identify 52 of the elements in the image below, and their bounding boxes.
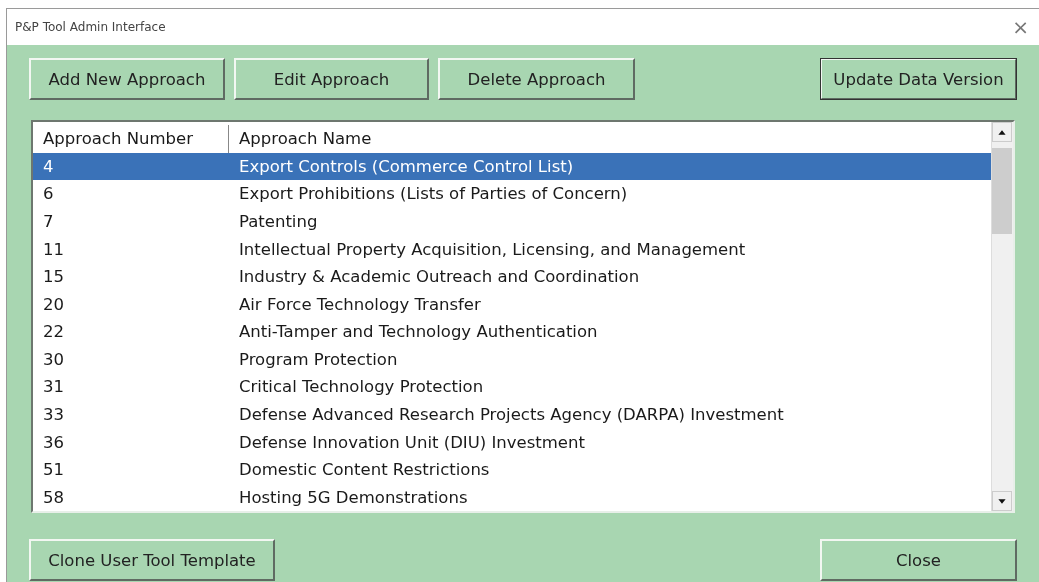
list-row[interactable]: 11 Intellectual Property Acquisition, Licensing, and Management bbox=[33, 235, 991, 263]
list-row[interactable]: 36 Defense Innovation Unit (DIU) Investment bbox=[33, 428, 991, 456]
toolbar-button[interactable]: Delete Approach bbox=[438, 58, 635, 100]
table-cell-text: Export Controls (Commerce Control List) bbox=[238, 156, 575, 176]
table-cell-text: Program Protection bbox=[238, 349, 399, 369]
table-cell-text: 58 bbox=[42, 487, 65, 507]
table-cell-text: 11 bbox=[42, 239, 65, 259]
scroll-down-icon[interactable] bbox=[992, 491, 1012, 511]
list-row[interactable]: 51 Domestic Content Restrictions bbox=[33, 455, 991, 484]
table-cell-text: 4 bbox=[42, 156, 55, 176]
table-cell-text: Defense Advanced Research Projects Agency (DARPA) Investment bbox=[238, 405, 785, 425]
footer-button[interactable]: Close bbox=[820, 539, 1017, 581]
column-header[interactable]: Approach Name bbox=[229, 125, 991, 153]
list-row[interactable]: 15 Industry & Academic Outreach and Coordination bbox=[33, 262, 991, 291]
table-cell-text: 51 bbox=[42, 460, 65, 480]
table-cell-text: Air Force Technology Transfer bbox=[238, 294, 482, 314]
table-cell-text: Domestic Content Restrictions bbox=[238, 460, 491, 480]
table-cell-text: 30 bbox=[42, 349, 65, 369]
list-row[interactable]: 4 Export Controls (Commerce Control List) bbox=[33, 152, 991, 181]
toolbar-button[interactable]: Update Data Version bbox=[820, 58, 1017, 100]
table-cell-text: Anti-Tamper and Technology Authentication bbox=[238, 322, 599, 342]
table-cell-text: 6 bbox=[42, 184, 55, 204]
list-row[interactable]: 33 Defense Advanced Research Projects Agency (DARPA) Investment bbox=[33, 400, 991, 429]
footer-button[interactable]: Clone User Tool Template bbox=[29, 539, 275, 581]
table-cell-text: 15 bbox=[42, 267, 65, 287]
table-cell-text: 33 bbox=[42, 405, 65, 425]
toolbar-button[interactable]: Add New Approach bbox=[29, 58, 225, 100]
table-cell-text: 22 bbox=[42, 322, 65, 342]
table-cell-text: Patenting bbox=[238, 212, 319, 231]
table-cell-text: Defense Innovation Unit (DIU) Investment bbox=[238, 432, 586, 452]
list-row[interactable]: 30 Program Protection bbox=[33, 345, 991, 374]
table-cell-text: Hosting 5G Demonstrations bbox=[238, 487, 469, 507]
table-cell-text: 7 bbox=[42, 212, 55, 231]
scroll-up-icon[interactable] bbox=[992, 122, 1012, 142]
list-row[interactable]: 6 Export Prohibitions (Lists of Parties of Concern) bbox=[33, 180, 991, 208]
table-cell-text: Intellectual Property Acquisition, Licensing, and Management bbox=[238, 239, 747, 259]
table-cell-text: Critical Technology Protection bbox=[238, 377, 485, 397]
list-row[interactable]: 31 Critical Technology Protection bbox=[33, 373, 991, 401]
table-cell-text: Export Prohibitions (Lists of Parties of Concern) bbox=[238, 184, 629, 204]
list-row[interactable]: 22 Anti-Tamper and Technology Authentication bbox=[33, 318, 991, 346]
scrollbar-thumb[interactable] bbox=[992, 148, 1012, 234]
list-row[interactable]: 7 Patenting bbox=[33, 207, 991, 236]
list-row[interactable]: 20 Air Force Technology Transfer bbox=[33, 290, 991, 319]
table-cell-text: 20 bbox=[42, 294, 65, 314]
toolbar-button[interactable]: Edit Approach bbox=[234, 58, 429, 100]
list-row[interactable]: 58 Hosting 5G Demonstrations bbox=[33, 483, 991, 512]
column-header[interactable]: Approach Number bbox=[33, 125, 229, 153]
table-cell-text: 36 bbox=[42, 432, 65, 452]
window-title: P&P Tool Admin Interface bbox=[15, 20, 166, 34]
close-button[interactable]: × bbox=[1008, 17, 1033, 37]
table-cell-text: Industry & Academic Outreach and Coordination bbox=[238, 267, 641, 287]
table-cell-text: 31 bbox=[42, 377, 65, 397]
